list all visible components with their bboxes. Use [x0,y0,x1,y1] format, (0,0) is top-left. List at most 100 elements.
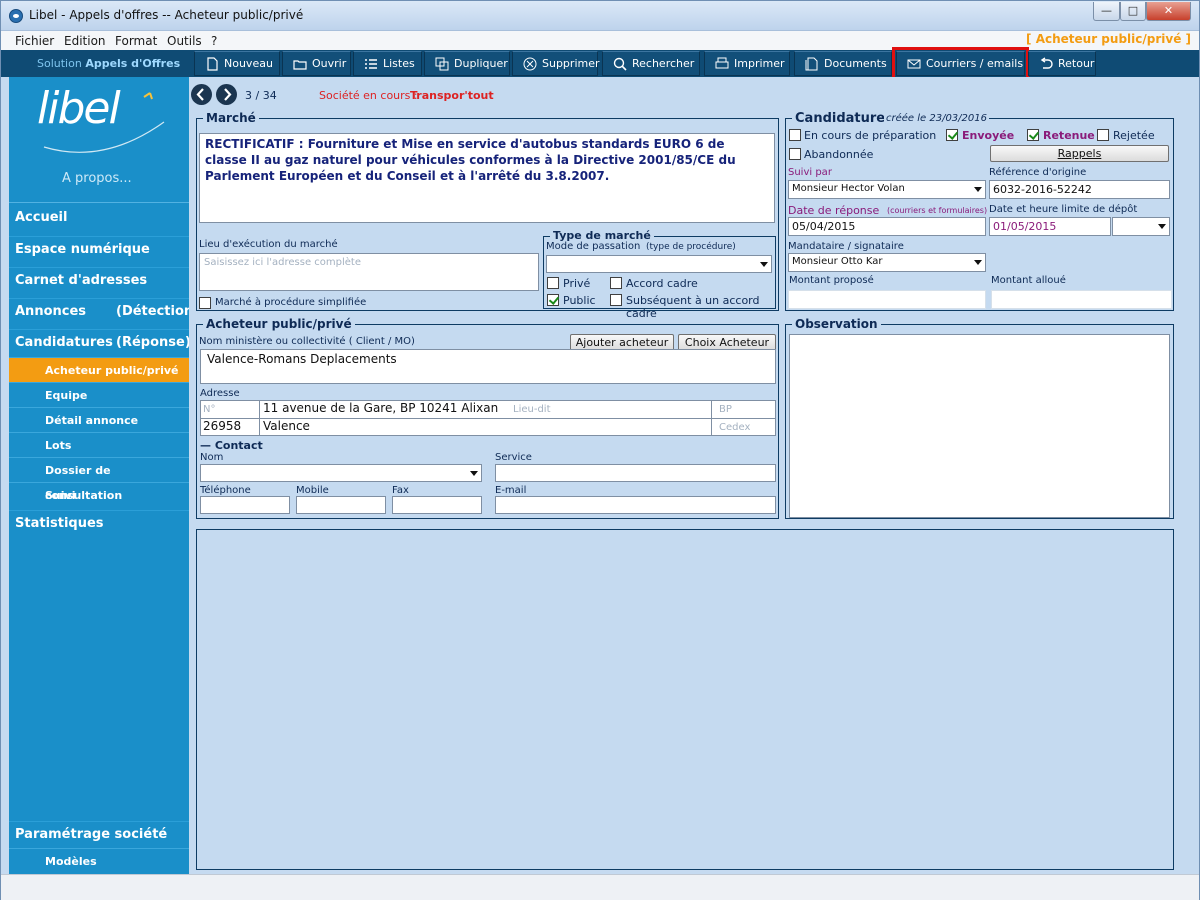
adresse-label: Adresse [200,388,240,399]
buyer-name-input[interactable]: Valence-Romans Deplacements [200,349,776,384]
en-cours-checkbox[interactable] [789,129,801,141]
delete-button[interactable]: Supprimer [512,51,600,76]
email-input[interactable] [495,496,776,514]
public-label: Public [563,294,596,307]
sidebar-item-accueil[interactable]: Accueil [9,205,189,230]
envoyee-label: Envoyée [962,129,1015,142]
ref-input[interactable]: 6032-2016-52242 [989,180,1170,199]
app-window: Libel - Appels d'offres -- Acheteur publ… [0,0,1200,900]
mandataire-select[interactable]: Monsieur Otto Kar [788,253,986,272]
sidebar-sub-equipe[interactable]: Equipe [9,382,189,407]
about-link[interactable]: A propos... [62,171,132,186]
subsequent-checkbox[interactable] [610,294,622,306]
accord-cadre-checkbox[interactable] [610,277,622,289]
fax-input[interactable] [392,496,482,514]
next-record-button[interactable] [216,84,237,105]
suivi-select[interactable]: Monsieur Hector Volan [788,180,986,199]
observation-textarea[interactable] [789,334,1170,518]
cedex-placeholder[interactable]: Cedex [719,422,750,433]
dropdown-arrow-icon [974,187,982,192]
lieu-input[interactable]: Saisissez ici l'adresse complète [199,253,539,291]
maximize-button[interactable]: □ [1120,2,1146,21]
montant-alloue-input[interactable] [991,290,1172,309]
mobile-input[interactable] [296,496,386,514]
contact-name-select[interactable] [200,464,482,482]
date-lim-input[interactable]: 01/05/2015 [989,217,1111,236]
prev-record-button[interactable] [191,84,212,105]
menu-fichier[interactable]: Fichier [15,34,54,48]
en-cours-label: En cours de préparation [804,129,937,142]
address-block: N° 11 avenue de la Gare, BP 10241 Alixan… [200,400,776,436]
abandonnee-label: Abandonnée [804,148,874,161]
city-value[interactable]: Valence [263,419,310,433]
menu-outils[interactable]: Outils [167,34,202,48]
street-value[interactable]: 11 avenue de la Gare, BP 10241 Alixan [263,401,498,415]
retenue-checkbox[interactable] [1027,129,1039,141]
minimize-button[interactable]: — [1093,2,1120,21]
sidebar-item-espace[interactable]: Espace numérique [9,236,189,261]
window-title: Libel - Appels d'offres -- Acheteur publ… [29,8,304,22]
lists-button[interactable]: Listes [353,51,422,76]
bp-placeholder[interactable]: BP [719,404,732,415]
sidebar-sub-acheteur[interactable]: Acheteur public/privé [9,357,189,382]
menu-help[interactable]: ? [211,34,217,48]
lieudit-placeholder[interactable]: Lieu-dit [513,404,551,415]
postal-code[interactable]: 26958 [203,419,241,433]
print-button[interactable]: Imprimer [704,51,790,76]
marche-panel: Marché RECTIFICATIF : Fourniture et Mise… [196,111,779,320]
new-button[interactable]: Nouveau [194,51,280,76]
acheteur-title: Acheteur public/privé [203,317,355,331]
sidebar-item-annonces[interactable]: Annonces (Détection) [9,298,199,323]
subsequent-label: Subséquent à un accord cadre [626,294,760,320]
simplifiee-checkbox[interactable] [199,297,211,309]
menu-edition[interactable]: Edition [64,34,106,48]
date-rep-input[interactable]: 05/04/2015 [788,217,986,236]
sidebar-sub-modeles[interactable]: Modèles [9,848,189,873]
search-button[interactable]: Rechercher [602,51,700,76]
open-button[interactable]: Ouvrir [282,51,351,76]
sidebar-item-settings[interactable]: Paramétrage société [9,821,189,846]
montant-prop-input[interactable] [788,290,986,309]
menu-bar: Fichier Edition Format Outils ? [1,31,1199,50]
marche-title: Marché [203,111,259,125]
back-button[interactable]: Retour [1028,51,1096,76]
divider [9,202,189,203]
date-rep-label: Date de réponse [788,204,880,217]
sidebar-item-carnet[interactable]: Carnet d'adresses [9,267,189,292]
company-name: Transpor'tout [410,89,494,102]
num-placeholder: N° [203,404,216,415]
close-button[interactable]: ✕ [1146,2,1191,21]
dropdown-arrow-icon [470,471,478,476]
service-input[interactable] [495,464,776,482]
logo-area: libel A propos... [9,77,189,202]
mode-select[interactable] [546,255,772,273]
prive-checkbox[interactable] [547,277,559,289]
sidebar-sub-dossier[interactable]: Dossier de consultation [9,457,189,502]
prive-label: Privé [563,277,591,290]
documents-button[interactable]: Documents [794,51,892,76]
public-checkbox[interactable] [547,294,559,306]
abandonnee-checkbox[interactable] [789,148,801,160]
rejetee-checkbox[interactable] [1097,129,1109,141]
montant-prop-label: Montant proposé [789,275,874,286]
sidebar-sub-suivi[interactable]: Suivi [9,482,189,507]
time-lim-select[interactable] [1112,217,1170,236]
tel-input[interactable] [200,496,290,514]
dropdown-arrow-icon [1158,224,1166,229]
duplicate-icon [435,57,449,70]
title-bar: Libel - Appels d'offres -- Acheteur publ… [1,1,1199,31]
sidebar-item-stats[interactable]: Statistiques [9,510,189,535]
chevron-left-icon [196,88,204,101]
envoyee-checkbox[interactable] [946,129,958,141]
mobile-label: Mobile [296,485,329,496]
rappels-button[interactable]: Rappels [990,145,1169,162]
sidebar-sub-detail[interactable]: Détail annonce [9,407,189,432]
sidebar-item-candidatures[interactable]: Candidatures (Réponse) [9,329,191,354]
menu-format[interactable]: Format [115,34,157,48]
duplicate-button[interactable]: Dupliquer [424,51,510,76]
contact-title: — Contact [200,439,263,452]
marche-description-field[interactable]: RECTIFICATIF : Fourniture et Mise en ser… [199,133,775,223]
mail-button[interactable]: Courriers / emails [892,47,1029,80]
sidebar-sub-lots[interactable]: Lots [9,432,189,457]
dropdown-arrow-icon [974,260,982,265]
